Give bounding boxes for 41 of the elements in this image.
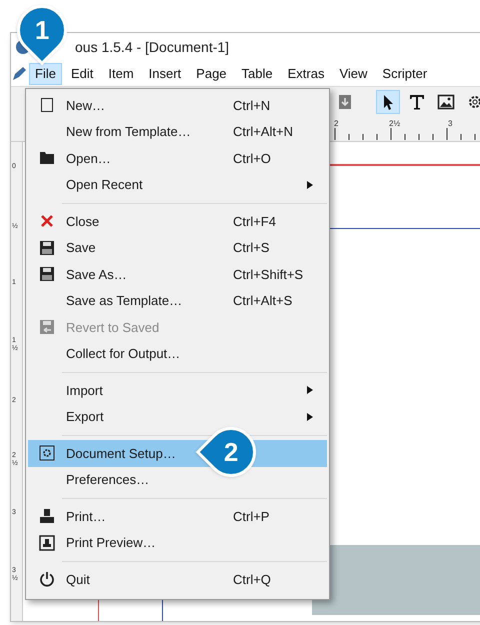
- menu-item[interactable]: Open… Ctrl+O: [28, 145, 327, 172]
- text-tool-icon: [408, 92, 426, 110]
- page-down-icon: [336, 92, 354, 110]
- ruler-label: 3: [448, 118, 452, 130]
- menu-item[interactable]: New… Ctrl+N: [28, 92, 327, 118]
- menu-item[interactable]: Open Recent: [28, 172, 327, 198]
- menu-item[interactable]: Save as Template… Ctrl+Alt+S: [28, 288, 327, 314]
- menu-bar-item[interactable]: File: [29, 62, 62, 84]
- menu-bar-item[interactable]: Page: [190, 62, 233, 84]
- menu-bar-item[interactable]: Table: [236, 62, 279, 84]
- image-icon: [437, 92, 455, 110]
- blank-page-icon: [39, 97, 55, 114]
- menu-item[interactable]: Import: [28, 377, 327, 404]
- menu-bar-item[interactable]: Edit: [64, 62, 100, 84]
- gear-icon: [39, 445, 55, 462]
- folder-icon: [39, 150, 55, 166]
- menu-item[interactable]: Print… Ctrl+P: [28, 503, 327, 530]
- print-preview-icon: [39, 534, 55, 551]
- menu-item[interactable]: Save As… Ctrl+Shift+S: [28, 261, 327, 288]
- close-icon: [39, 213, 55, 230]
- floppy-revert-icon: [39, 319, 55, 336]
- toolbar-button[interactable]: [376, 90, 400, 114]
- menu-bar-item[interactable]: Insert: [142, 62, 188, 84]
- ruler-label: 2: [334, 118, 338, 130]
- menu-item[interactable]: Quit Ctrl+Q: [28, 566, 327, 592]
- menu-item[interactable]: Print Preview…: [28, 530, 327, 556]
- menu-item[interactable]: New from Template… Ctrl+Alt+N: [28, 118, 327, 145]
- menu-item[interactable]: Collect for Output…: [28, 340, 327, 367]
- menu-bar-item[interactable]: Scripter: [376, 62, 434, 84]
- submenu-arrow-icon: [307, 180, 313, 189]
- menu-bar-item[interactable]: Extras: [282, 62, 330, 84]
- submenu-arrow-icon: [307, 386, 313, 394]
- menu-item[interactable]: Save Ctrl+S: [28, 234, 327, 261]
- printer-icon: [39, 508, 55, 524]
- window-title: ous 1.5.4 - [Document-1]: [75, 38, 230, 57]
- menu-bar-item[interactable]: View: [333, 62, 374, 84]
- menu-item[interactable]: Close Ctrl+F4: [28, 208, 327, 234]
- menu-bar-item[interactable]: Item: [102, 62, 140, 84]
- submenu-arrow-icon: [307, 412, 313, 421]
- power-icon: [39, 571, 55, 588]
- ruler-label: 2½: [389, 118, 400, 130]
